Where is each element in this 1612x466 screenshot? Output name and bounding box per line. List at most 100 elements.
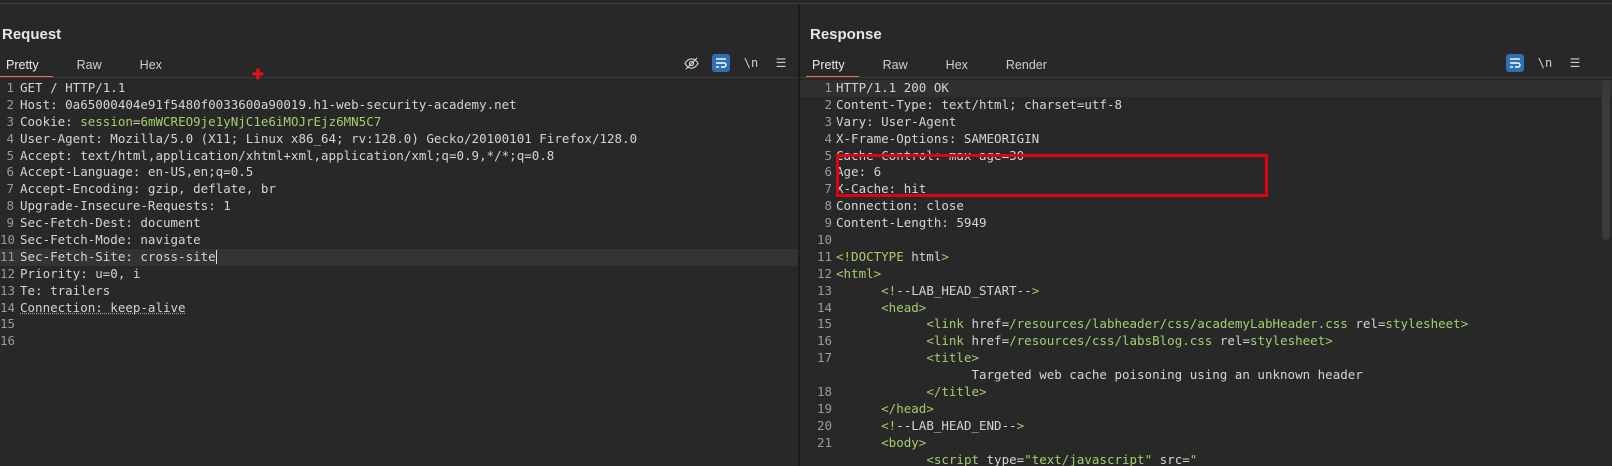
line-text: <!DOCTYPE html> — [836, 248, 949, 264]
line-number: 7 — [824, 181, 832, 197]
response-scrollbar[interactable] — [1602, 80, 1610, 240]
response-title: Response — [810, 26, 882, 43]
response-tab-divider — [800, 77, 1612, 78]
request-line: 7 Accept-Encoding: gzip, deflate, br — [0, 181, 798, 198]
line-number: 11 — [0, 248, 14, 264]
request-pane: Request Pretty Raw Hex \n ☰ 1 GET / HTTP/… — [0, 4, 798, 466]
line-number: 16 — [816, 333, 832, 349]
request-line: 14 Connection: keep-alive — [0, 300, 798, 317]
line-text: </head> — [881, 400, 934, 416]
response-line: 1 HTTP/1.1 200 OK — [800, 80, 1612, 97]
line-number: 14 — [816, 299, 832, 315]
line-number: 2 — [824, 96, 832, 112]
response-line: 16 <link href=/resources/css/labsBlog.cs… — [800, 333, 1612, 350]
line-text: Upgrade-Insecure-Requests: 1 — [20, 198, 231, 214]
line-number: 2 — [6, 96, 14, 112]
line-text: Te: trailers — [20, 282, 111, 298]
line-text: GET / HTTP/1.1 — [20, 80, 126, 95]
response-line: 17 <title> — [800, 350, 1612, 367]
wrap-icon[interactable] — [712, 54, 730, 72]
line-text: <!--LAB_HEAD_END--> — [881, 417, 1025, 433]
line-number: 3 — [824, 113, 832, 129]
response-line: <script type="text/javascript" src=" — [800, 452, 1612, 466]
response-line: 10 — [800, 232, 1612, 249]
response-tab-render[interactable]: Render — [992, 52, 1061, 76]
response-line: 4 X-Frame-Options: SAMEORIGIN — [800, 131, 1612, 148]
line-number: 9 — [6, 215, 14, 231]
newline-toggle-button[interactable]: \n — [742, 54, 760, 72]
line-text: <title> — [926, 350, 979, 366]
line-number: 5 — [824, 147, 832, 163]
request-tab-hex[interactable]: Hex — [126, 52, 176, 76]
line-number: 21 — [816, 434, 832, 450]
response-line: 13 <!--LAB_HEAD_START--> — [800, 283, 1612, 300]
line-text: Targeted web cache poisoning using an un… — [836, 367, 1363, 383]
line-number: 20 — [816, 417, 832, 433]
request-tab-divider — [0, 77, 798, 78]
response-line: 9 Content-Length: 5949 — [800, 215, 1612, 232]
line-text: Cookie: session=6mWCREO9je1yNjC1e6iMOJrE… — [20, 113, 382, 129]
line-text: Accept-Encoding: gzip, deflate, br — [20, 181, 276, 197]
request-editor[interactable]: 1 GET / HTTP/1.1 2 Host: 0a65000404e91f5480… — [0, 80, 798, 466]
response-editor[interactable]: 1 HTTP/1.1 200 OK 2 Content-Type: text/html… — [800, 80, 1612, 466]
response-line: 20 <!--LAB_HEAD_END--> — [800, 418, 1612, 435]
response-tab-hex[interactable]: Hex — [932, 52, 982, 76]
line-number: 4 — [824, 130, 832, 146]
request-line: 1 GET / HTTP/1.1 — [0, 80, 798, 97]
request-line: 9 Sec-Fetch-Dest: document — [0, 215, 798, 232]
response-line: 8 Connection: close — [800, 198, 1612, 215]
line-number: 15 — [0, 316, 14, 332]
request-line: 13 Te: trailers — [0, 283, 798, 300]
line-text: Content-Length: 5949 — [836, 215, 987, 231]
request-tab-pretty[interactable]: Pretty — [0, 52, 53, 78]
request-line: 3 Cookie: session=6mWCREO9je1yNjC1e6iMOJr… — [0, 114, 798, 131]
response-line: 18 </title> — [800, 384, 1612, 401]
line-text: HTTP/1.1 200 OK — [836, 80, 949, 95]
line-number: 16 — [0, 333, 14, 349]
request-toolbar: \n ☰ — [670, 54, 790, 72]
line-text: Connection: keep-alive — [20, 299, 186, 315]
response-line: 3 Vary: User-Agent — [800, 114, 1612, 131]
line-text: Priority: u=0, i — [20, 265, 141, 281]
response-line: 2 Content-Type: text/html; charset=utf-8 — [800, 97, 1612, 114]
eye-off-icon[interactable] — [682, 54, 700, 72]
response-line: 19 </head> — [800, 401, 1612, 418]
wrap-icon[interactable] — [1506, 54, 1524, 72]
response-line: Targeted web cache poisoning using an un… — [800, 367, 1612, 384]
line-number: 14 — [0, 299, 14, 315]
line-text: Vary: User-Agent — [836, 113, 957, 129]
line-text: User-Agent: Mozilla/5.0 (X11; Linux x86_… — [20, 130, 638, 146]
line-number: 12 — [816, 265, 832, 281]
line-text: Host: 0a65000404e91f5480f0033600a90019.h… — [20, 96, 517, 112]
line-number: 3 — [6, 113, 14, 129]
line-number: 15 — [816, 316, 832, 332]
menu-icon[interactable]: ☰ — [772, 54, 790, 72]
response-tab-raw[interactable]: Raw — [869, 52, 922, 76]
request-tab-raw[interactable]: Raw — [63, 52, 116, 76]
request-line: 11 Sec-Fetch-Site: cross-site — [0, 248, 798, 266]
request-line: 8 Upgrade-Insecure-Requests: 1 — [0, 198, 798, 215]
request-line: 6 Accept-Language: en-US,en;q=0.5 — [0, 164, 798, 181]
response-line: 21 <body> — [800, 435, 1612, 452]
line-number: 18 — [816, 384, 832, 400]
line-number: 7 — [6, 181, 14, 197]
response-tab-pretty[interactable]: Pretty — [806, 52, 859, 78]
line-text: X-Frame-Options: SAMEORIGIN — [836, 130, 1040, 146]
response-line: 12 <html> — [800, 266, 1612, 283]
text-caret — [215, 250, 217, 265]
request-line: 4 User-Agent: Mozilla/5.0 (X11; Linux x86… — [0, 131, 798, 148]
cursor-cross-icon: ✚ — [252, 66, 264, 82]
newline-toggle-button[interactable]: \n — [1536, 54, 1554, 72]
line-text: Sec-Fetch-Mode: navigate — [20, 232, 201, 248]
request-tabs: Pretty Raw Hex — [0, 52, 186, 78]
annotation-highlight-box — [836, 154, 1268, 197]
line-text: Connection: close — [836, 198, 964, 214]
line-text: <head> — [881, 299, 927, 315]
line-text: <link href=/resources/css/labsBlog.css r… — [926, 333, 1333, 349]
line-number: 10 — [816, 232, 832, 248]
line-number: 12 — [0, 265, 14, 281]
menu-icon[interactable]: ☰ — [1566, 54, 1584, 72]
response-line: 11 <!DOCTYPE html> — [800, 249, 1612, 266]
response-pane: Response Pretty Raw Hex Render \n ☰ 1 HTT… — [800, 4, 1612, 466]
line-text: Accept-Language: en-US,en;q=0.5 — [20, 164, 254, 180]
